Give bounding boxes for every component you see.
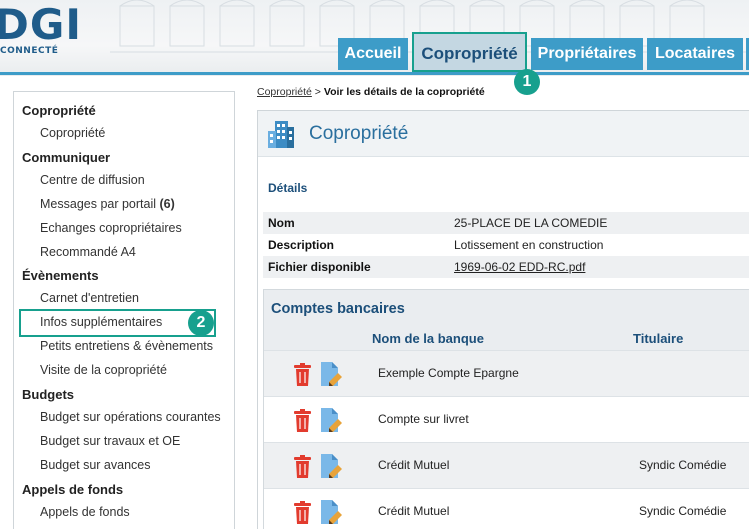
bank-name: Exemple Compte Epargne: [378, 366, 519, 380]
table-row: Crédit Mutuel Syndic Comédie: [264, 488, 749, 529]
callout-badge-1: 1: [514, 69, 540, 95]
sidebar-item-label: Messages par portail: [40, 197, 157, 211]
details-section-label: Détails: [268, 181, 308, 195]
sidebar-item-messages-par-portail[interactable]: Messages par portail (6): [40, 197, 175, 211]
message-count-badge: (6): [159, 197, 175, 211]
detail-key: Nom: [268, 216, 295, 230]
breadcrumb-separator: >: [314, 86, 321, 98]
breadcrumb-current: Voir les détails de la copropriété: [323, 86, 485, 98]
column-header-holder: Titulaire: [633, 331, 684, 346]
breadcrumb-link-copropriete[interactable]: Copropriété: [257, 86, 312, 98]
tab-proprietaires[interactable]: Propriétaires: [531, 38, 643, 70]
nav-underline: [0, 72, 749, 75]
detail-key: Fichier disponible: [268, 260, 371, 274]
trash-icon[interactable]: [293, 363, 312, 386]
logo-subtitle: CONNECTÉ: [0, 46, 59, 56]
sidebar-item-carnet-entretien[interactable]: Carnet d'entretien: [40, 291, 139, 305]
copropriete-panel: Copropriété Détails Nom 25-PLACE DE LA C…: [257, 110, 749, 529]
logo-mark: DGI: [0, 0, 82, 49]
sidebar-item-echanges-coproprietaires[interactable]: Echanges copropriétaires: [40, 221, 182, 235]
account-holder: Syndic Comédie: [639, 458, 727, 472]
sidebar-item-recommande-a4[interactable]: Recommandé A4: [40, 245, 136, 259]
app-header: DGI CONNECTÉ Accueil Copropriété Proprié…: [0, 0, 749, 76]
page-title: Copropriété: [309, 123, 409, 144]
detail-row-description: Description Lotissement en construction: [263, 234, 749, 256]
column-header-bank-name: Nom de la banque: [372, 331, 484, 346]
sidebar-item-infos-supplementaires[interactable]: Infos supplémentaires: [40, 315, 162, 329]
tab-copropriete[interactable]: Copropriété: [412, 32, 527, 72]
detail-value: 25-PLACE DE LA COMEDIE: [454, 216, 608, 230]
detail-row-nom: Nom 25-PLACE DE LA COMEDIE: [263, 212, 749, 234]
sidebar-item-budget-operations-courantes[interactable]: Budget sur opérations courantes: [40, 410, 221, 424]
trash-icon[interactable]: [293, 409, 312, 432]
sidebar-item-centre-de-diffusion[interactable]: Centre de diffusion: [40, 173, 145, 187]
edit-document-icon[interactable]: [319, 361, 343, 387]
sidebar-section-budgets: Budgets: [22, 387, 74, 402]
detail-key: Description: [268, 238, 335, 252]
bank-name: Crédit Mutuel: [378, 458, 450, 472]
sidebar-item-petits-entretiens[interactable]: Petits entretiens & évènements: [40, 339, 213, 353]
bank-accounts-title: Comptes bancaires: [271, 301, 405, 317]
tab-locataires[interactable]: Locataires: [647, 38, 743, 70]
table-row: Crédit Mutuel Syndic Comédie: [264, 442, 749, 488]
sidebar-item-appels-de-fonds[interactable]: Appels de fonds: [40, 505, 130, 519]
sidebar-item-budget-avances[interactable]: Budget sur avances: [40, 458, 151, 472]
tab-accueil[interactable]: Accueil: [338, 38, 408, 70]
trash-icon[interactable]: [293, 501, 312, 524]
sidebar-section-copropriete: Copropriété: [22, 103, 96, 118]
table-row: Compte sur livret: [264, 396, 749, 442]
table-row: Exemple Compte Epargne: [264, 350, 749, 396]
building-icon: [268, 121, 294, 148]
detail-row-fichier: Fichier disponible 1969-06-02 EDD-RC.pdf: [263, 256, 749, 278]
breadcrumb: Copropriété > Voir les détails de la cop…: [257, 86, 485, 98]
bank-name: Compte sur livret: [378, 412, 469, 426]
bank-accounts-table: Comptes bancaires Nom de la banque Titul…: [263, 289, 749, 529]
callout-badge-2: 2: [188, 310, 214, 336]
sidebar-item-copropriete[interactable]: Copropriété: [40, 126, 105, 140]
sidebar-section-evenements: Évènements: [22, 268, 99, 283]
sidebar-item-budget-travaux-oe[interactable]: Budget sur travaux et OE: [40, 434, 180, 448]
app-logo[interactable]: DGI CONNECTÉ: [0, 0, 82, 57]
panel-header: Copropriété: [258, 111, 749, 157]
sidebar-section-communiquer: Communiquer: [22, 150, 111, 165]
edit-document-icon[interactable]: [319, 499, 343, 525]
detail-value: Lotissement en construction: [454, 238, 604, 252]
file-download-link[interactable]: 1969-06-02 EDD-RC.pdf: [454, 260, 585, 274]
edit-document-icon[interactable]: [319, 453, 343, 479]
bank-accounts-header: Comptes bancaires Nom de la banque Titul…: [264, 290, 749, 350]
trash-icon[interactable]: [293, 455, 312, 478]
sidebar-item-visite-copropriete[interactable]: Visite de la copropriété: [40, 363, 167, 377]
bank-name: Crédit Mutuel: [378, 504, 450, 518]
edit-document-icon[interactable]: [319, 407, 343, 433]
sidebar-section-appels-de-fonds: Appels de fonds: [22, 482, 124, 497]
account-holder: Syndic Comédie: [639, 504, 727, 518]
